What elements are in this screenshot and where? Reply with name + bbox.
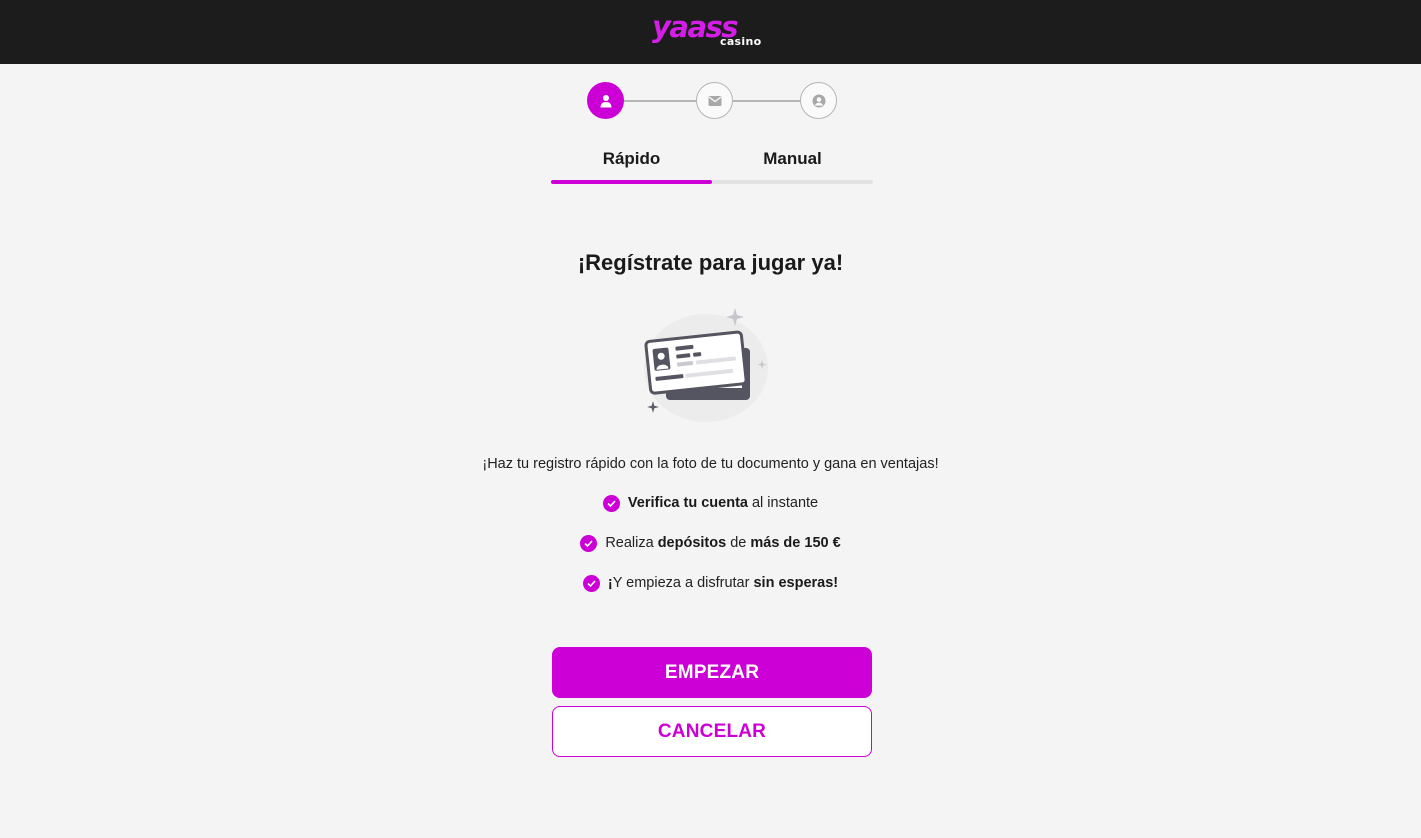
stepper-connector [733,100,801,102]
check-circle-icon [602,494,620,512]
step-3-account [800,82,837,119]
step-1-personal [587,82,624,119]
user-icon [600,94,611,107]
top-bar: yaass casino [0,0,1421,64]
id-card-illustration [632,304,780,428]
step-2-contact [696,82,733,119]
yaass-casino-logo[interactable]: yaass casino [652,10,770,52]
check-circle-icon [582,574,600,592]
registration-mode-tabs: Rápido Manual [551,140,873,186]
benefit-item: Realiza depósitos de más de 150 € [0,533,1421,553]
cancel-button[interactable]: CANCELAR [552,706,872,757]
stepper-connector [624,100,697,102]
registration-description: ¡Haz tu registro rápido con la foto de t… [482,456,939,472]
benefit-item: ¡Y empieza a disfrutar sin esperas! [0,573,1421,593]
registration-stepper [587,82,839,120]
envelope-icon [708,95,721,106]
user-circle-icon [812,94,825,107]
check-circle-icon [580,534,598,552]
tab-manual[interactable]: Manual [712,140,873,182]
benefit-text: Realiza depósitos de más de 150 € [605,535,841,551]
tab-rapido[interactable]: Rápido [551,140,712,182]
page-title: ¡Regístrate para jugar ya! [577,250,844,275]
tab-active-indicator [551,180,712,184]
start-button[interactable]: EMPEZAR [552,647,872,698]
benefit-text: ¡Y empieza a disfrutar sin esperas! [607,575,839,591]
logo-subtitle: casino [720,35,762,48]
benefit-text: Verifica tu cuenta al instante [627,495,819,511]
benefit-item: Verifica tu cuenta al instante [0,493,1421,513]
